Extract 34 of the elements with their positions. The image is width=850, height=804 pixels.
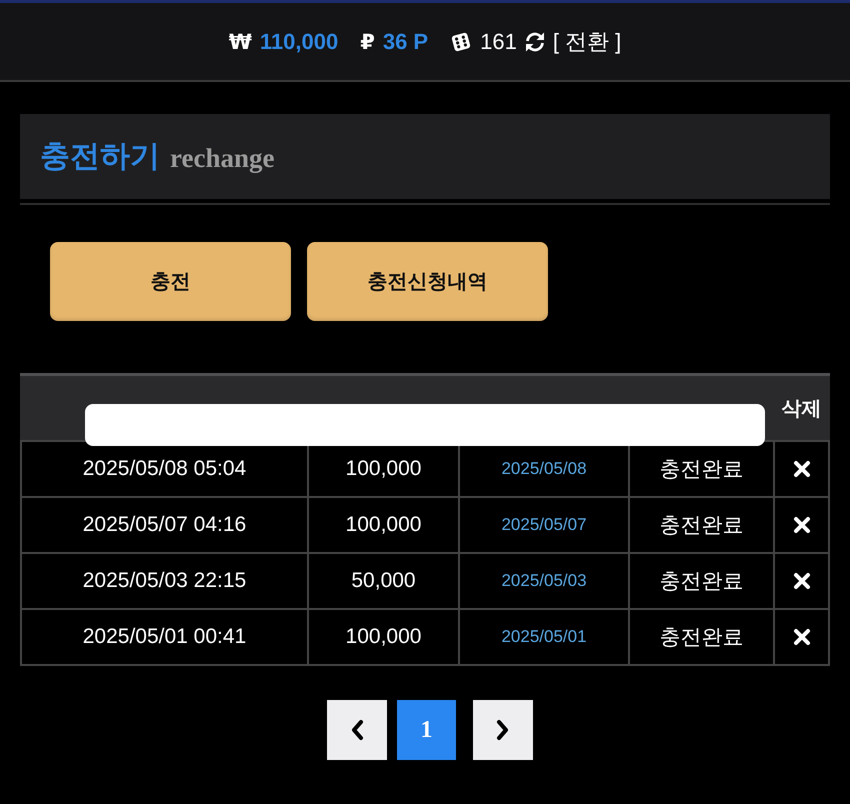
- currency-symbol: ₽: [360, 30, 375, 54]
- tab-button[interactable]: 충전: [50, 242, 291, 321]
- table-cell: 50,000: [309, 554, 458, 608]
- currency-symbol: ₩: [228, 30, 252, 54]
- column-header: 삭제: [782, 398, 822, 420]
- chevron-left-icon: [350, 719, 364, 741]
- previous-page-button[interactable]: [327, 700, 387, 760]
- table-cell: 2025/05/01 00:41: [22, 610, 307, 664]
- balance-amount: 36 P: [382, 28, 428, 54]
- table-cell: 2025/05/03 22:15: [22, 554, 307, 608]
- page-button[interactable]: 1: [397, 700, 456, 760]
- table-cell: 충전완료: [630, 442, 773, 496]
- tab-button[interactable]: 충전신청내역: [307, 242, 548, 321]
- chevron-right-icon: [496, 719, 510, 741]
- table-cell: 100,000: [309, 498, 458, 552]
- cross-icon[interactable]: [792, 460, 810, 478]
- dice-count: 161: [480, 28, 517, 54]
- table-cell: 충전완료: [630, 498, 773, 552]
- table-cell: 2025/05/03: [460, 554, 628, 608]
- table-cell: 2025/05/08 05:04: [22, 442, 307, 496]
- cross-icon[interactable]: [792, 516, 810, 534]
- table-cell: 2025/05/07 04:16: [22, 498, 307, 552]
- table-cell: 100,000: [309, 610, 458, 664]
- switch-link[interactable]: [ 전환 ]: [552, 26, 622, 56]
- table-cell: 2025/05/01: [460, 610, 628, 664]
- page-title: 충전하기: [40, 139, 160, 175]
- page-subtitle: rechange: [170, 143, 274, 174]
- cross-icon[interactable]: [792, 572, 810, 590]
- cross-icon[interactable]: [792, 628, 810, 646]
- table-cell: 충전완료: [630, 610, 773, 664]
- next-page-button[interactable]: [473, 700, 533, 760]
- table-cell: 충전완료: [630, 554, 773, 608]
- balance-amount: 110,000: [260, 28, 338, 54]
- table-cell: 2025/05/07: [460, 498, 628, 552]
